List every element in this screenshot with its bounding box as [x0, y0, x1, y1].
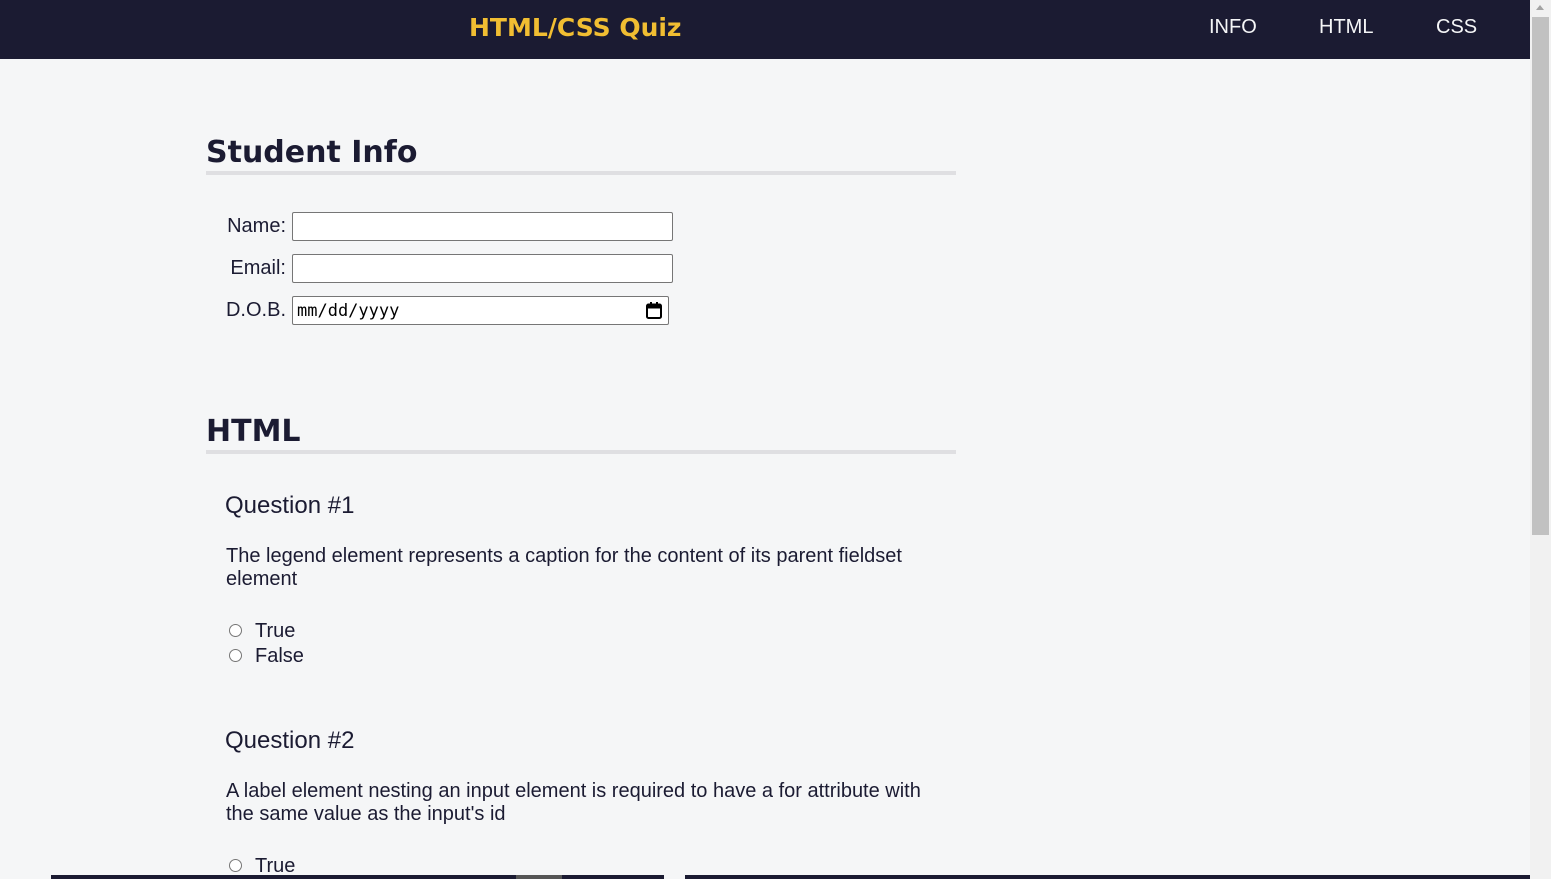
radio-button[interactable] [229, 859, 242, 872]
question-2-text: A label element nesting an input element… [226, 780, 921, 825]
email-row: Email: [0, 254, 290, 283]
site-title: HTML/CSS Quiz [469, 13, 682, 42]
nav-link-html[interactable]: HTML [1319, 15, 1373, 39]
site-header: HTML/CSS Quiz INFO HTML CSS [0, 0, 1530, 59]
question-2-title: Question #2 [225, 727, 355, 754]
question-1-text: The legend element represents a caption … [226, 545, 902, 590]
vertical-scrollbar[interactable] [1530, 0, 1551, 879]
student-info-heading: Student Info [206, 135, 956, 175]
scrollbar-thumb[interactable] [1532, 17, 1549, 535]
email-input[interactable] [292, 254, 673, 283]
nav-link-info[interactable]: INFO [1209, 15, 1257, 39]
question-1-title: Question #1 [225, 492, 355, 519]
quiz-page: HTML/CSS Quiz INFO HTML CSS Student Info… [0, 0, 1551, 879]
bottom-divider-marker [516, 875, 562, 879]
radio-button[interactable] [229, 624, 242, 637]
bottom-divider-right [685, 875, 1530, 879]
name-row: Name: [0, 212, 290, 241]
email-label: Email: [230, 257, 286, 279]
dob-placeholder: mm/dd/yyyy [297, 301, 400, 321]
option-label[interactable]: True [255, 620, 295, 643]
dob-date-input[interactable]: mm/dd/yyyy [292, 296, 669, 325]
html-section-heading: HTML [206, 414, 956, 454]
dob-label: D.O.B. [225, 299, 286, 321]
nav-link-css[interactable]: CSS [1436, 15, 1477, 39]
calendar-icon[interactable] [646, 302, 662, 319]
radio-button[interactable] [229, 649, 242, 662]
scroll-up-arrow-icon[interactable] [1536, 5, 1544, 10]
name-label: Name: [227, 215, 286, 237]
dob-row: D.O.B. [0, 296, 290, 325]
option-label[interactable]: False [255, 645, 304, 668]
bottom-divider-left [51, 875, 664, 879]
name-input[interactable] [292, 212, 673, 241]
